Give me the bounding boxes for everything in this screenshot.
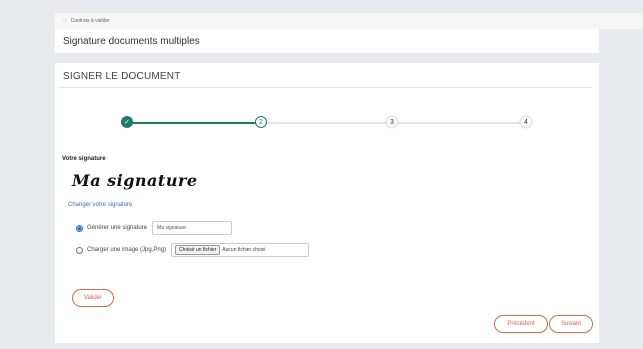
upload-radio[interactable] [76, 246, 83, 254]
change-signature-link[interactable]: Changer votre signature [68, 202, 132, 208]
generate-radio[interactable] [76, 224, 83, 232]
upload-label[interactable]: Charger une image (Jpg,Png) [87, 247, 166, 253]
home-icon[interactable]: ⌂ [63, 18, 67, 24]
signature-text-input[interactable]: Ma signature [152, 221, 233, 235]
previous-button[interactable]: Précédent [494, 315, 548, 333]
choose-file-button[interactable]: Choisir un fichier [175, 245, 221, 255]
step-connector-2 [266, 122, 396, 124]
step-connector-1 [132, 122, 262, 124]
stepper: ✓ 2 3 4 [55, 63, 599, 143]
breadcrumb: ⌂ Contrats à valider [55, 13, 643, 29]
next-button[interactable]: Suivant [549, 315, 593, 333]
signature-label: Votre signature [62, 156, 106, 162]
file-input[interactable]: Choisir un fichier Aucun fichier choisi [171, 243, 310, 257]
validate-button[interactable]: Valider [72, 289, 114, 307]
generate-label[interactable]: Générer une signature [87, 225, 147, 231]
step-3: 3 [386, 116, 398, 128]
signature-preview: Ma signature [72, 171, 198, 190]
file-status: Aucun fichier choisi [222, 247, 266, 253]
step-2: 2 [255, 116, 267, 128]
step-connector-3 [398, 122, 528, 124]
breadcrumb-item[interactable]: Contrats à valider [71, 18, 110, 24]
option-generate[interactable]: Générer une signature Ma signature [76, 221, 233, 235]
main-card: SIGNER LE DOCUMENT ✓ 2 3 4 Votre signatu… [55, 63, 599, 343]
option-upload[interactable]: Charger une image (Jpg,Png) Choisir un f… [76, 243, 310, 257]
step-1: ✓ [121, 116, 133, 128]
page-title-card: Signature documents multiples [55, 29, 599, 53]
step-4: 4 [520, 116, 532, 128]
page-title: Signature documents multiples [63, 35, 200, 47]
